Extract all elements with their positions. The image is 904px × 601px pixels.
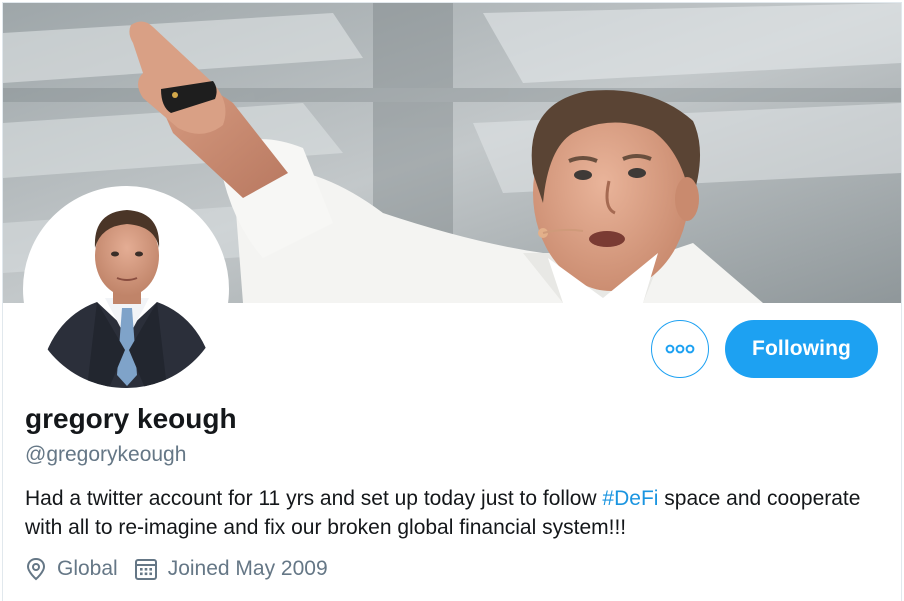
- location-pin-icon: [26, 557, 46, 581]
- profile-bio: Had a twitter account for 11 yrs and set…: [25, 484, 885, 542]
- calendar-icon: [134, 559, 157, 580]
- profile-card: Following gregory keough @gregorykeough …: [2, 2, 902, 601]
- more-options-button[interactable]: [651, 320, 709, 378]
- more-horizontal-icon: [665, 344, 695, 354]
- profile-handle: @gregorykeough: [25, 443, 187, 466]
- bio-text-before: Had a twitter account for 11 yrs and set…: [25, 487, 603, 510]
- location-text: Global: [57, 557, 118, 580]
- following-button[interactable]: Following: [725, 320, 878, 378]
- profile-join-date: Joined May 2009: [134, 557, 328, 581]
- avatar-image: [27, 190, 225, 388]
- profile-avatar[interactable]: [23, 186, 229, 392]
- profile-meta-row: Global Joined May 2009: [25, 557, 344, 581]
- joined-text: Joined May 2009: [167, 557, 328, 580]
- bio-hashtag-link[interactable]: #DeFi: [602, 487, 658, 510]
- profile-display-name: gregory keough: [25, 403, 237, 434]
- profile-location: Global: [25, 557, 118, 581]
